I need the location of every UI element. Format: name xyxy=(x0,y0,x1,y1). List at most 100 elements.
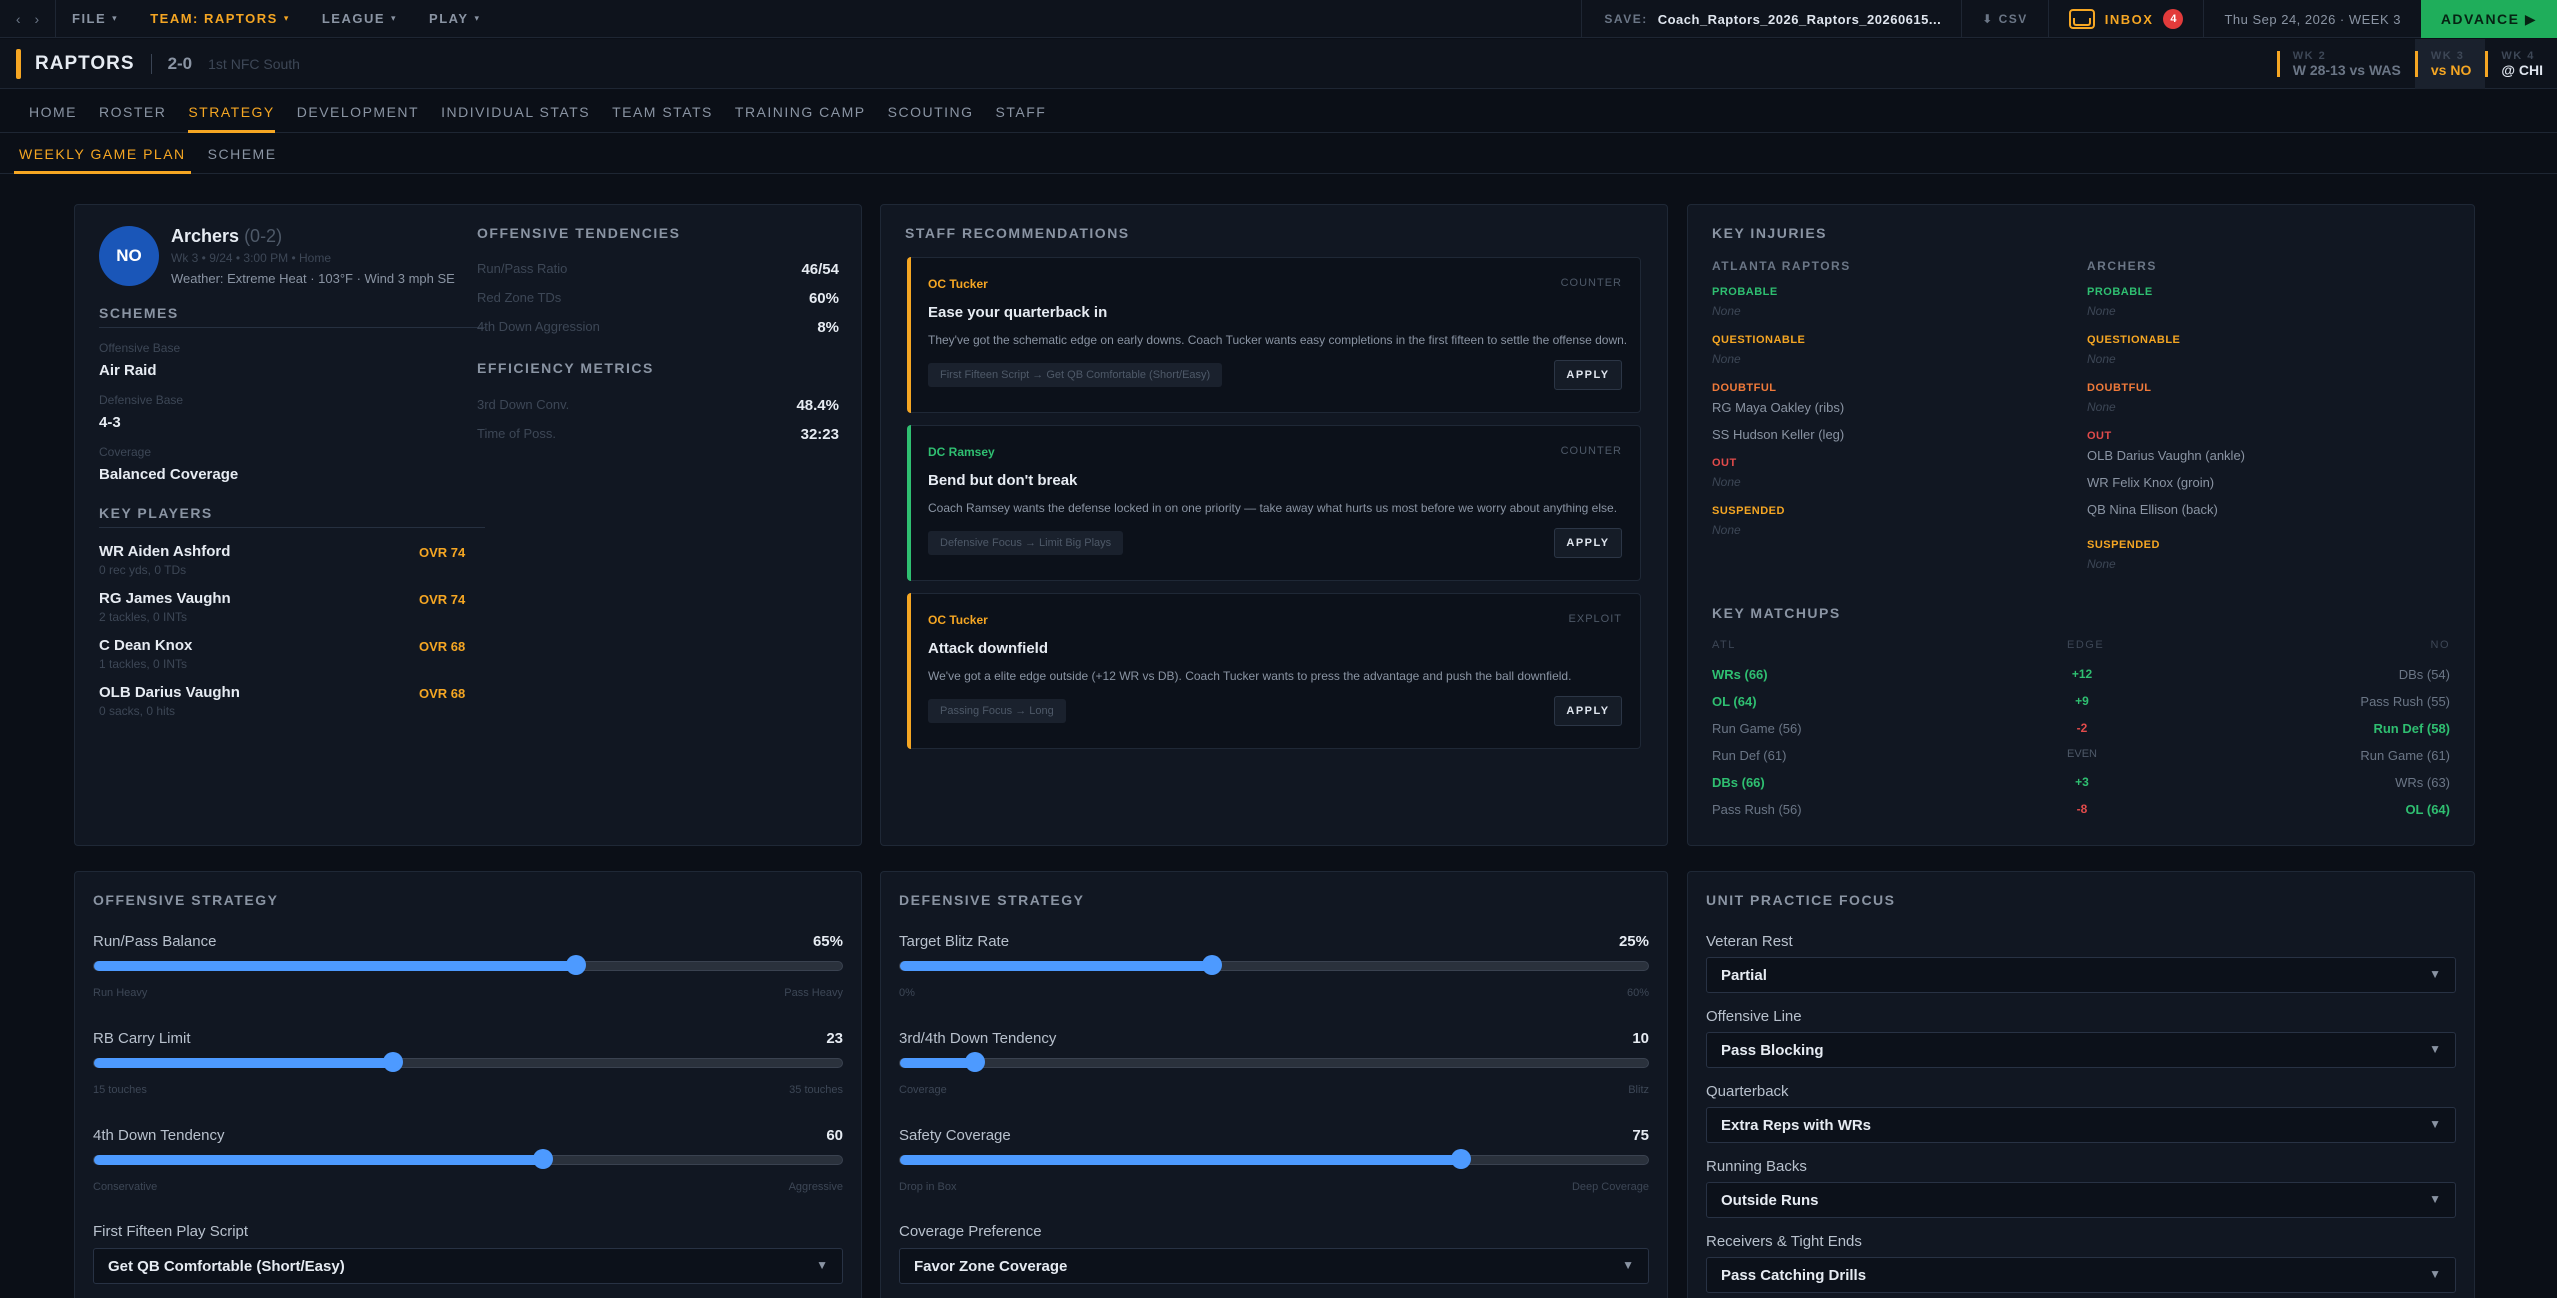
tab-roster[interactable]: ROSTER xyxy=(88,90,177,133)
week-current[interactable]: WK 3 vs NO xyxy=(2414,39,2486,89)
efficiency-row: 3rd Down Conv. 48.4% xyxy=(477,397,839,414)
select-value: Favor Zone Coverage xyxy=(914,1257,1068,1275)
tab-home[interactable]: HOME xyxy=(18,90,88,133)
menu-team[interactable]: TEAM: RAPTORS ▾ xyxy=(134,0,306,38)
save-label: SAVE: xyxy=(1604,12,1648,26)
tab-individual-stats[interactable]: INDIVIDUAL STATS xyxy=(430,90,601,133)
slider-track[interactable] xyxy=(899,955,1649,975)
key-player-stats: 2 tackles, 0 INTs xyxy=(99,610,188,624)
key-player-name[interactable]: WR Aiden Ashford xyxy=(99,543,230,560)
running-backs-select[interactable]: Outside Runs ▼ xyxy=(1706,1182,2456,1218)
practice-focus-heading: UNIT PRACTICE FOCUS xyxy=(1706,892,1896,908)
csv-button[interactable]: ⬇ CSV xyxy=(1962,12,2048,26)
menu-play[interactable]: PLAY ▾ xyxy=(413,0,497,38)
slider-track[interactable] xyxy=(93,1149,843,1169)
slider-thumb[interactable] xyxy=(532,1149,553,1169)
status-out: OUT xyxy=(1712,457,1737,469)
slider-track[interactable] xyxy=(899,1149,1649,1169)
injury-item[interactable]: SS Hudson Keller (leg) xyxy=(1712,427,1844,442)
opponent-logo: NO xyxy=(99,226,159,286)
veteran-rest-select[interactable]: Partial ▼ xyxy=(1706,957,2456,993)
injury-none: None xyxy=(1712,304,1741,318)
chevron-down-icon: ▼ xyxy=(2429,967,2441,981)
recommendation-card: OC Tucker COUNTER Ease your quarterback … xyxy=(907,257,1641,413)
matchup-right: Run Game (61) xyxy=(2360,748,2450,763)
rec-tag: COUNTER xyxy=(1560,445,1622,457)
menu-file[interactable]: FILE ▾ xyxy=(56,0,134,38)
offensive-line-select[interactable]: Pass Blocking ▼ xyxy=(1706,1032,2456,1068)
key-player-name[interactable]: RG James Vaughn xyxy=(99,590,231,607)
week-prev[interactable]: WK 2W 28-13 vs WAS xyxy=(2276,39,2415,89)
tab-team-stats[interactable]: TEAM STATS xyxy=(601,90,724,133)
slider-thumb[interactable] xyxy=(1201,955,1222,975)
slider-thumb[interactable] xyxy=(1451,1149,1471,1169)
save-filename[interactable]: Coach_Raptors_2026_Raptors_20260615... xyxy=(1648,12,1961,27)
script-label: First Fifteen Play Script xyxy=(93,1223,249,1240)
tab-training-camp[interactable]: TRAINING CAMP xyxy=(724,90,877,133)
back-arrow-icon[interactable]: ‹ xyxy=(16,11,21,27)
receivers-select[interactable]: Pass Catching Drills ▼ xyxy=(1706,1257,2456,1293)
apply-button[interactable]: APPLY xyxy=(1554,360,1622,390)
injury-item[interactable]: OLB Darius Vaughn (ankle) xyxy=(2087,448,2245,463)
injuries-right-team: ARCHERS xyxy=(2087,259,2157,273)
tab-staff[interactable]: STAFF xyxy=(985,90,1058,133)
matchup-right: OL (64) xyxy=(2405,802,2450,817)
status-questionable: QUESTIONABLE xyxy=(1712,334,1806,346)
inbox-button[interactable]: INBOX 4 xyxy=(2049,9,2204,29)
slider-thumb[interactable] xyxy=(383,1052,404,1072)
efficiency-label: 3rd Down Conv. xyxy=(477,397,570,412)
tab-scouting[interactable]: SCOUTING xyxy=(877,90,985,133)
forward-arrow-icon[interactable]: › xyxy=(35,11,40,27)
inbox-label: INBOX xyxy=(2104,11,2154,27)
efficiency-value: 32:23 xyxy=(800,426,839,443)
key-player-name[interactable]: OLB Darius Vaughn xyxy=(99,684,240,701)
slider-max-label: Aggressive xyxy=(788,1181,843,1193)
injury-item[interactable]: RG Maya Oakley (ribs) xyxy=(1712,400,1844,415)
slider-value: 65% xyxy=(812,933,843,950)
slider-fill xyxy=(94,1058,394,1068)
quarterback-select[interactable]: Extra Reps with WRs ▼ xyxy=(1706,1107,2456,1143)
efficiency-row: Time of Poss. 32:23 xyxy=(477,426,839,443)
status-suspended: SUSPENDED xyxy=(2087,539,2160,551)
coverage-preference-select[interactable]: Favor Zone Coverage ▼ xyxy=(899,1248,1649,1284)
slider-max-label: Pass Heavy xyxy=(784,987,843,999)
chevron-down-icon: ▾ xyxy=(283,13,290,23)
slider-thumb[interactable] xyxy=(566,955,587,975)
advance-button[interactable]: ADVANCE ▶ xyxy=(2421,0,2557,38)
tendency-label: 4th Down Aggression xyxy=(477,319,600,334)
slider-max-label: Blitz xyxy=(1628,1084,1649,1096)
slider-min-label: Conservative xyxy=(93,1181,158,1193)
rec-accent-bar xyxy=(907,425,911,581)
inbox-count-badge: 4 xyxy=(2163,9,2184,29)
rec-coach: OC Tucker xyxy=(928,613,988,627)
subtab-scheme[interactable]: SCHEME xyxy=(197,134,288,174)
history-nav: ‹ › xyxy=(0,0,56,38)
key-player-name[interactable]: C Dean Knox xyxy=(99,637,192,654)
offensive-strategy-panel: OFFENSIVE STRATEGY First Fifteen Play Sc… xyxy=(74,871,862,1298)
rec-change-chip: Defensive Focus → Limit Big Plays xyxy=(928,531,1124,555)
slider-track[interactable] xyxy=(93,1052,843,1072)
slider-value: 10 xyxy=(1632,1030,1649,1047)
injury-item[interactable]: QB Nina Ellison (back) xyxy=(2087,502,2218,517)
tab-development[interactable]: DEVELOPMENT xyxy=(286,90,430,133)
first-fifteen-script-select[interactable]: Get QB Comfortable (Short/Easy) ▼ xyxy=(93,1248,843,1284)
week-next[interactable]: WK 4 @ CHI xyxy=(2485,39,2557,89)
practice-focus-panel: UNIT PRACTICE FOCUS Veteran Rest Partial… xyxy=(1687,871,2475,1298)
apply-button[interactable]: APPLY xyxy=(1554,696,1622,726)
slider-fill xyxy=(900,961,1212,971)
apply-button[interactable]: APPLY xyxy=(1554,528,1622,558)
slider-thumb[interactable] xyxy=(964,1052,985,1072)
status-probable: PROBABLE xyxy=(2087,286,2153,298)
slider-track[interactable] xyxy=(93,955,843,975)
matchup-right: WRs (63) xyxy=(2395,775,2450,790)
slider-track[interactable] xyxy=(899,1052,1649,1072)
tab-strategy[interactable]: STRATEGY xyxy=(177,90,285,133)
key-player-ovr: OVR 68 xyxy=(419,639,466,654)
slider-value: 60 xyxy=(826,1127,843,1144)
offensive-base-label: Offensive Base xyxy=(99,341,181,355)
slider-label: 3rd/4th Down Tendency xyxy=(899,1030,1057,1047)
menu-league[interactable]: LEAGUE ▾ xyxy=(306,0,413,38)
subtab-weekly-game-plan[interactable]: WEEKLY GAME PLAN xyxy=(8,134,197,174)
injury-item[interactable]: WR Felix Knox (groin) xyxy=(2087,475,2214,490)
key-player-stats: 0 rec yds, 0 TDs xyxy=(99,563,187,577)
